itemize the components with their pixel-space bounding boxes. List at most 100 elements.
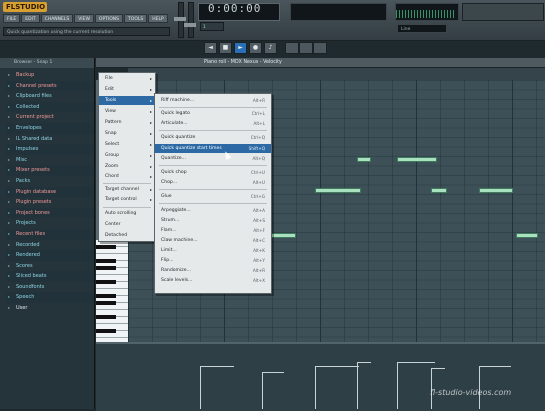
velocity-event-editor[interactable]: [96, 342, 545, 411]
browser-folder[interactable]: ▸ Soundfonts: [6, 282, 94, 293]
browser-folder[interactable]: ▸ Speech: [6, 292, 94, 304]
menu-help[interactable]: HELP: [148, 14, 168, 23]
menu-view[interactable]: VIEW: [74, 14, 94, 23]
black-key[interactable]: [96, 315, 116, 319]
menu-item-view[interactable]: View ▸: [99, 107, 155, 116]
menu-item-quick-quantize-start-times[interactable]: Quick quantize start times Shift+Q: [155, 144, 271, 153]
black-key[interactable]: [96, 259, 116, 263]
note[interactable]: [516, 233, 538, 238]
browser-folder[interactable]: ▸ IL Shared data: [6, 134, 94, 145]
browser-folder[interactable]: ▸ Rendered: [6, 250, 94, 261]
browser-folder[interactable]: ▸ Project bones: [6, 207, 94, 219]
menu-options[interactable]: OPTIONS: [94, 14, 124, 23]
menu-item-select[interactable]: Select ▸: [99, 140, 155, 149]
browser-folder[interactable]: ▸ Packs: [6, 176, 94, 187]
menu-item-scale-levels[interactable]: Scale levels... Alt+X: [155, 276, 271, 285]
black-key[interactable]: [96, 266, 116, 270]
browser-folder[interactable]: ▸ Channel presets: [6, 80, 94, 92]
menu-item-articulate[interactable]: Articulate... Alt+L: [155, 119, 271, 128]
menu-item-flam[interactable]: Flam... Alt+F: [155, 226, 271, 235]
play-button[interactable]: ►: [234, 42, 247, 54]
browser-folder[interactable]: ▸ Sliced beats: [6, 271, 94, 282]
menu-item-riff-machine[interactable]: Riff machine... Alt+R: [155, 96, 271, 105]
menu-item-randomize[interactable]: Randomize... Alt+R: [155, 266, 271, 275]
note[interactable]: [397, 157, 437, 162]
browser-folder[interactable]: ▸ User: [6, 303, 94, 314]
piano-keys[interactable]: [96, 240, 128, 342]
velocity-bar[interactable]: [397, 362, 398, 409]
menu-item-glue[interactable]: Glue Ctrl+G: [155, 192, 271, 201]
menu-item-target-channel[interactable]: Target channel ▸: [99, 185, 155, 194]
velocity-bar[interactable]: [262, 372, 263, 409]
menu-item-zoom[interactable]: Zoom ▸: [99, 162, 155, 171]
velocity-bar[interactable]: [200, 366, 234, 367]
velocity-bar[interactable]: [357, 362, 358, 409]
menu-item-strum[interactable]: Strum... Alt+S: [155, 216, 271, 225]
tool-button[interactable]: [313, 42, 327, 54]
note[interactable]: [431, 188, 447, 193]
menu-edit[interactable]: EDIT: [21, 14, 40, 23]
menu-file[interactable]: FILE: [3, 14, 21, 23]
note[interactable]: [479, 188, 513, 193]
menu-item-arpeggiate[interactable]: Arpeggiate... Alt+A: [155, 206, 271, 215]
black-key[interactable]: [96, 280, 116, 284]
tool-button[interactable]: [299, 42, 313, 54]
master-volume-slider[interactable]: [174, 2, 186, 38]
master-pitch-slider[interactable]: [184, 2, 196, 38]
note[interactable]: [357, 157, 371, 162]
browser-folder[interactable]: ▸ Misc: [6, 155, 94, 166]
browser-folder[interactable]: ▸ Recent files: [6, 228, 94, 240]
velocity-bar[interactable]: [431, 368, 445, 369]
menu-item-auto-scrolling[interactable]: Auto scrolling: [99, 209, 155, 218]
browser-folder[interactable]: ▸ Backup: [6, 70, 94, 81]
menu-item-edit[interactable]: Edit ▸: [99, 85, 155, 94]
menu-item-pattern[interactable]: Pattern ▸: [99, 118, 155, 127]
slider-knob[interactable]: [184, 23, 196, 27]
browser-folder[interactable]: ▸ Mixer presets: [6, 165, 94, 176]
browser-folder[interactable]: ▸ Envelopes: [6, 122, 94, 134]
menu-item-quick-quantize[interactable]: Quick quantize Ctrl+Q: [155, 133, 271, 142]
menu-item-quick-chop[interactable]: Quick chop Ctrl+U: [155, 168, 271, 177]
menu-item-chop[interactable]: Chop... Alt+U: [155, 178, 271, 187]
menu-item-center[interactable]: Center: [99, 220, 155, 229]
menu-item-claw-machine[interactable]: Claw machine... Alt+C: [155, 236, 271, 245]
velocity-bar[interactable]: [200, 366, 201, 409]
piano-roll-titlebar[interactable]: [96, 58, 545, 68]
menu-item-quantize[interactable]: Quantize... Alt+Q: [155, 154, 271, 163]
velocity-bar[interactable]: [397, 362, 435, 363]
record-button[interactable]: ●: [249, 42, 262, 54]
menu-item-snap[interactable]: Snap ▸: [99, 129, 155, 138]
browser-folder[interactable]: ▸ Collected: [6, 101, 94, 113]
metronome-button[interactable]: ♪: [264, 42, 277, 54]
menu-item-tools[interactable]: Tools ▸: [99, 96, 155, 105]
stop-button[interactable]: ■: [219, 42, 232, 54]
velocity-bar[interactable]: [315, 366, 359, 367]
black-key[interactable]: [96, 294, 116, 298]
tool-button[interactable]: [285, 42, 299, 54]
black-key[interactable]: [96, 301, 116, 305]
browser-folder[interactable]: ▸ Scores: [6, 261, 94, 272]
note[interactable]: [269, 233, 296, 238]
menu-tools[interactable]: TOOLS: [124, 14, 148, 23]
note[interactable]: [315, 188, 361, 193]
menu-item-flip[interactable]: Flip... Alt+Y: [155, 256, 271, 265]
black-key[interactable]: [96, 329, 116, 333]
menu-item-quick-legato[interactable]: Quick legato Ctrl+L: [155, 109, 271, 118]
velocity-bar[interactable]: [262, 372, 284, 373]
browser-folder[interactable]: ▸ Plugin presets: [6, 197, 94, 208]
browser-folder[interactable]: ▸ Impulses: [6, 144, 94, 155]
menu-item-group[interactable]: Group ▸: [99, 151, 155, 160]
black-key[interactable]: [96, 245, 116, 249]
browser-folder[interactable]: ▸ Clipboard files: [6, 91, 94, 102]
pattern-selector[interactable]: 1: [200, 22, 224, 31]
menu-item-detached[interactable]: Detached: [99, 231, 155, 240]
rewind-button[interactable]: ◄: [204, 42, 217, 54]
slider-knob[interactable]: [174, 17, 186, 21]
velocity-bar[interactable]: [479, 366, 511, 367]
menu-item-limit[interactable]: Limit... Alt+K: [155, 246, 271, 255]
menu-item-chord[interactable]: Chord ▸: [99, 172, 155, 181]
velocity-bar[interactable]: [315, 366, 316, 409]
menu-channels[interactable]: CHANNELS: [40, 14, 74, 23]
snap-selector[interactable]: Line: [397, 24, 447, 33]
menu-item-file[interactable]: File ▸: [99, 74, 155, 83]
